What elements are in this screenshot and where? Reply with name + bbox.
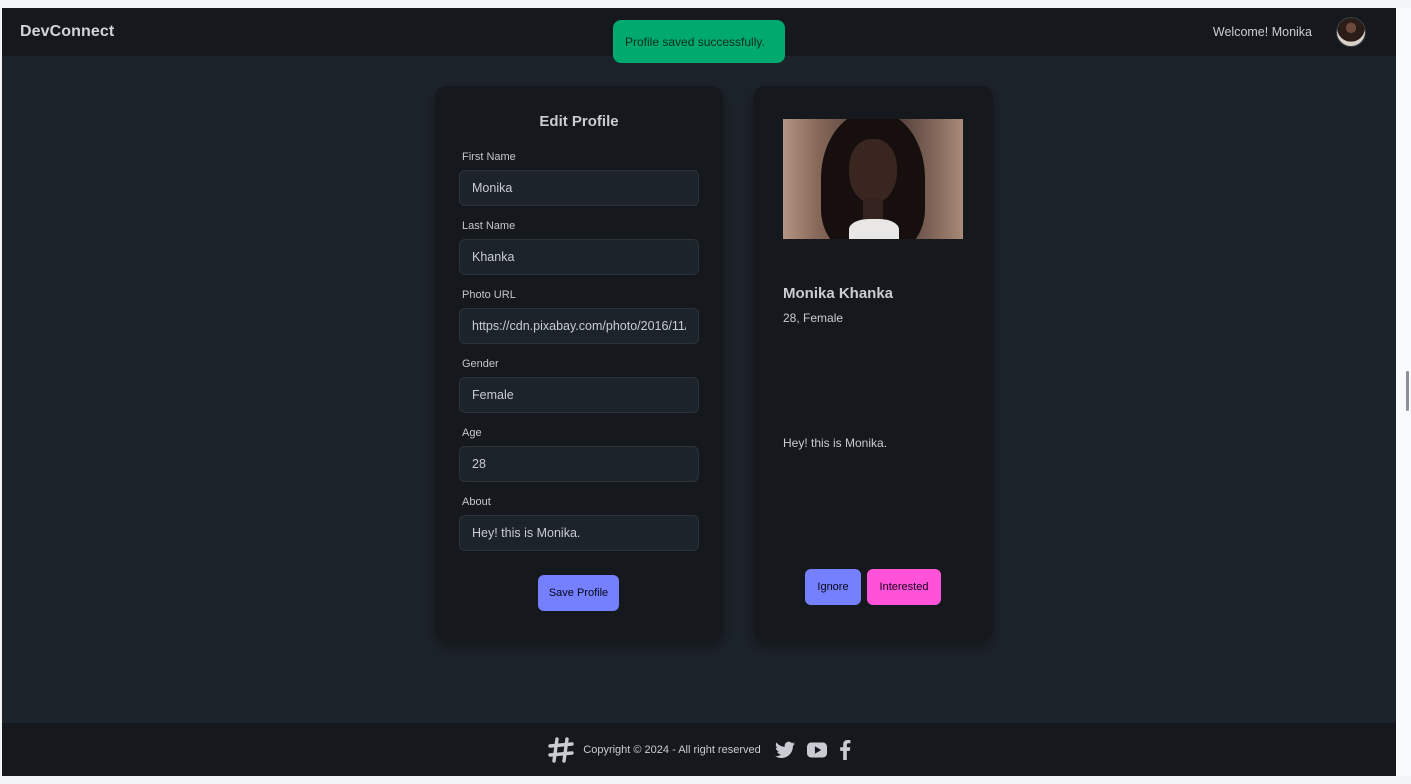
gender-label: Gender bbox=[462, 358, 499, 370]
gender-input[interactable] bbox=[459, 377, 699, 413]
about-label: About bbox=[462, 496, 491, 508]
photo-url-label: Photo URL bbox=[462, 289, 516, 301]
age-label: Age bbox=[462, 427, 482, 439]
preview-name: Monika Khanka bbox=[783, 285, 894, 302]
preview-age-gender: 28, Female bbox=[783, 311, 844, 325]
copyright-text: Copyright © 2024 - All right reserved bbox=[583, 743, 761, 756]
twitter-icon[interactable] bbox=[774, 741, 795, 759]
preview-about: Hey! this is Monika. bbox=[783, 436, 888, 450]
edit-profile-title: Edit Profile bbox=[539, 113, 619, 130]
footer-brand: Copyright © 2024 - All right reserved bbox=[547, 736, 761, 764]
save-profile-button[interactable]: Save Profile bbox=[538, 575, 619, 611]
social-links bbox=[774, 739, 851, 760]
app-root: DevConnect Welcome! Monika Profile saved… bbox=[2, 8, 1396, 776]
footer: Copyright © 2024 - All right reserved bbox=[2, 723, 1396, 776]
brand-link[interactable]: DevConnect bbox=[20, 23, 114, 41]
profile-preview-card: Monika Khanka 28, Female Hey! this is Mo… bbox=[753, 86, 993, 641]
age-input[interactable] bbox=[459, 446, 699, 482]
logo-icon bbox=[547, 736, 575, 764]
interested-button[interactable]: Interested bbox=[867, 569, 941, 605]
profile-photo bbox=[783, 119, 963, 239]
success-toast: Profile saved successfully. bbox=[613, 20, 785, 63]
about-input[interactable] bbox=[459, 515, 699, 551]
edit-profile-card: Edit Profile First Name Last Name Photo … bbox=[435, 86, 723, 641]
youtube-icon[interactable] bbox=[806, 742, 827, 758]
ignore-button[interactable]: Ignore bbox=[805, 569, 861, 605]
window-top-strip bbox=[0, 0, 1411, 8]
user-avatar[interactable] bbox=[1336, 17, 1366, 47]
navbar-user: Welcome! Monika bbox=[1213, 17, 1378, 47]
toast-message: Profile saved successfully. bbox=[625, 34, 765, 49]
photo-url-input[interactable] bbox=[459, 308, 699, 344]
facebook-icon[interactable] bbox=[839, 739, 851, 760]
scrollbar-thumb[interactable] bbox=[1406, 371, 1409, 411]
first-name-input[interactable] bbox=[459, 170, 699, 206]
first-name-label: First Name bbox=[462, 151, 516, 163]
last-name-input[interactable] bbox=[459, 239, 699, 275]
last-name-label: Last Name bbox=[462, 220, 516, 232]
welcome-text: Welcome! Monika bbox=[1212, 25, 1312, 39]
